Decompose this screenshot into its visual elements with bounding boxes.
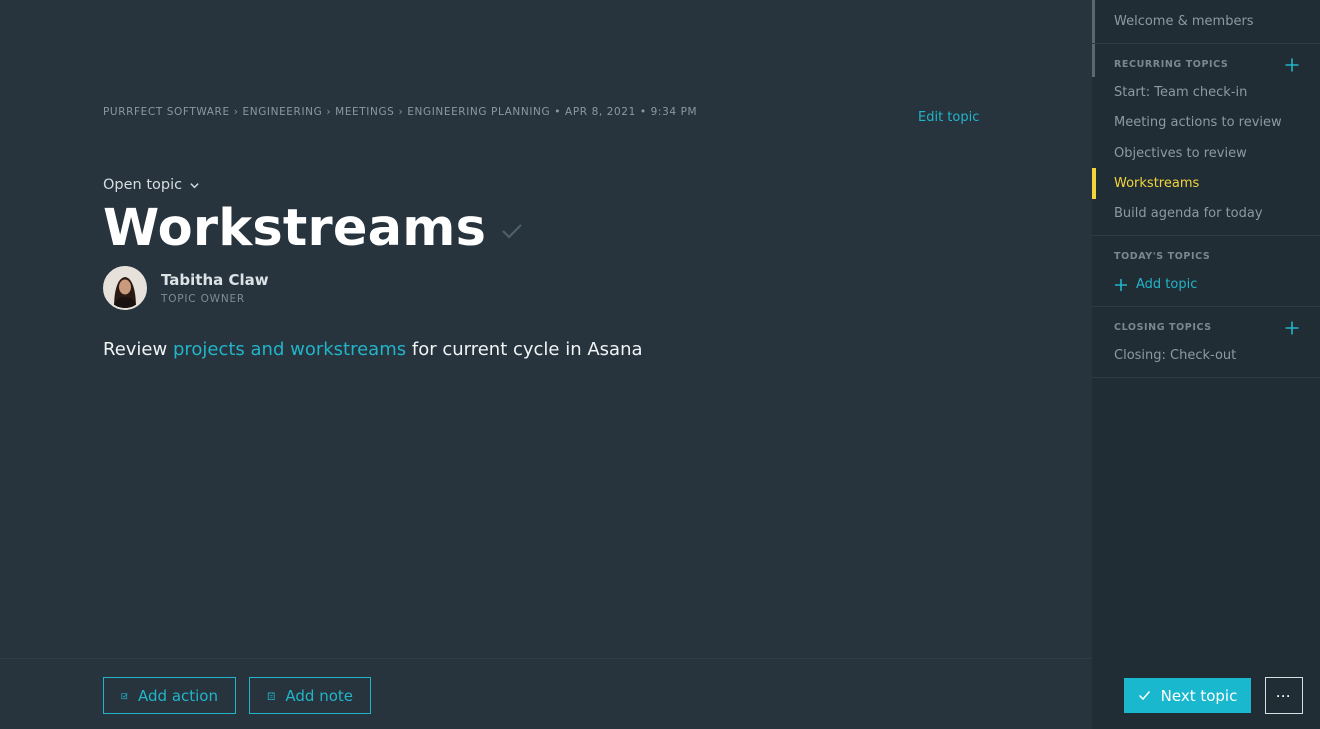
sidebar-item-objectives[interactable]: Objectives to review (1114, 146, 1247, 161)
add-note-button[interactable]: Add note (249, 677, 371, 714)
breadcrumb-item-meetings[interactable]: MEETINGS (335, 106, 394, 118)
breadcrumb-separator: › (398, 106, 404, 118)
breadcrumb-date: APR 8, 2021 (565, 106, 636, 118)
active-topic-indicator (1092, 168, 1096, 199)
footer-divider (0, 658, 1092, 659)
note-icon (267, 691, 275, 700)
next-topic-button[interactable]: Next topic (1124, 678, 1251, 713)
open-topic-dropdown[interactable]: Open topic (103, 177, 200, 193)
breadcrumb-dot: • (639, 106, 647, 118)
more-dots-icon: ··· (1276, 688, 1292, 703)
sidebar-item-build-agenda[interactable]: Build agenda for today (1114, 206, 1263, 221)
agenda-sidebar: Welcome & members RECURRING TOPICS Start… (1092, 0, 1320, 729)
add-topic-button[interactable]: Add topic (1114, 277, 1197, 292)
page-title: Workstreams (103, 199, 487, 258)
sidebar-item-meeting-actions[interactable]: Meeting actions to review (1114, 115, 1282, 130)
add-action-button[interactable]: Add action (103, 677, 236, 714)
recurring-topics-heading: RECURRING TOPICS (1114, 59, 1229, 70)
owner-role: TOPIC OWNER (161, 293, 246, 305)
check-icon (1138, 691, 1150, 701)
add-note-label: Add note (285, 686, 353, 705)
sidebar-divider (1092, 235, 1320, 236)
sidebar-divider (1092, 43, 1320, 44)
breadcrumb: PURRFECT SOFTWARE › ENGINEERING › MEETINGS › E… (103, 106, 697, 118)
sidebar-item-closing-check-out[interactable]: Closing: Check-out (1114, 348, 1236, 363)
edit-topic-link[interactable]: Edit topic (918, 110, 979, 125)
breadcrumb-item-team[interactable]: ENGINEERING (243, 106, 323, 118)
complete-check-icon[interactable] (500, 219, 524, 243)
app: PURRFECT SOFTWARE › ENGINEERING › MEETINGS › E… (0, 0, 1320, 729)
breadcrumb-time: 9:34 PM (650, 106, 698, 118)
breadcrumb-separator: › (326, 106, 332, 118)
todays-topics-heading: TODAY'S TOPICS (1114, 251, 1211, 262)
sidebar-scrollbar[interactable] (1092, 0, 1095, 77)
more-options-button[interactable]: ··· (1265, 677, 1303, 714)
breadcrumb-item-org[interactable]: PURRFECT SOFTWARE (103, 106, 230, 118)
plus-icon (1115, 278, 1127, 291)
description-prefix: Review (103, 339, 173, 360)
checkbox-icon (121, 692, 128, 699)
sidebar-divider (1092, 306, 1320, 307)
description-link[interactable]: projects and workstreams (173, 339, 406, 360)
main-panel: PURRFECT SOFTWARE › ENGINEERING › MEETINGS › E… (0, 0, 1092, 729)
topic-description: Review projects and workstreams for curr… (103, 339, 643, 360)
avatar (103, 266, 147, 310)
description-suffix: for current cycle in Asana (406, 339, 643, 360)
add-recurring-topic-plus-icon[interactable] (1284, 57, 1300, 73)
owner-info: Tabitha Claw TOPIC OWNER (161, 271, 269, 305)
add-topic-label: Add topic (1136, 277, 1198, 292)
add-closing-topic-plus-icon[interactable] (1284, 320, 1300, 336)
add-action-label: Add action (138, 686, 218, 705)
sidebar-item-team-check-in[interactable]: Start: Team check-in (1114, 85, 1247, 100)
owner-name: Tabitha Claw (161, 271, 269, 289)
sidebar-item-welcome[interactable]: Welcome & members (1114, 14, 1254, 29)
chevron-down-icon (190, 182, 199, 188)
next-topic-label: Next topic (1160, 686, 1238, 705)
topic-owner: Tabitha Claw TOPIC OWNER (103, 266, 269, 310)
sidebar-item-workstreams[interactable]: Workstreams (1114, 176, 1199, 191)
breadcrumb-dot: • (554, 106, 562, 118)
breadcrumb-separator: › (233, 106, 239, 118)
title-row: Workstreams (103, 198, 524, 260)
avatar-portrait-icon (105, 268, 145, 308)
sidebar-divider (1092, 377, 1320, 378)
breadcrumb-item-meeting[interactable]: ENGINEERING PLANNING (407, 106, 550, 118)
closing-topics-heading: CLOSING TOPICS (1114, 322, 1212, 333)
open-topic-label: Open topic (103, 177, 183, 193)
